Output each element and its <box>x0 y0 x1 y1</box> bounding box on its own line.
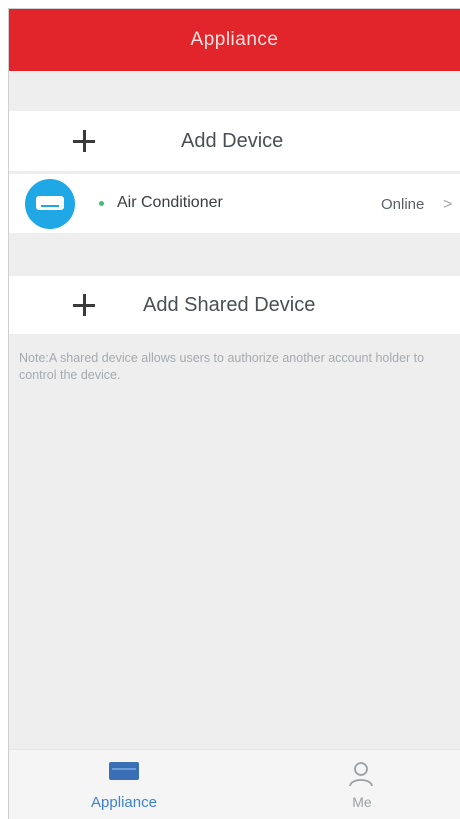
tab-me[interactable]: Me <box>235 750 460 819</box>
add-device-button[interactable]: Add Device <box>9 111 460 171</box>
plus-icon <box>73 294 95 316</box>
online-status-dot <box>99 201 104 206</box>
bottom-tab-bar: Appliance Me <box>9 749 460 819</box>
add-device-label: Add Device <box>181 129 284 152</box>
appliance-icon <box>109 762 139 780</box>
tab-appliance[interactable]: Appliance <box>9 750 235 819</box>
tab-me-label: Me <box>352 794 372 810</box>
device-row-air-conditioner[interactable]: Air Conditioner Online > <box>9 174 460 233</box>
add-shared-device-button[interactable]: Add Shared Device <box>9 276 460 334</box>
tab-appliance-label: Appliance <box>91 794 157 811</box>
device-name: Air Conditioner <box>117 194 223 211</box>
add-shared-device-label: Add Shared Device <box>143 293 316 316</box>
plus-icon <box>73 130 95 152</box>
page-title: Appliance <box>190 29 279 50</box>
divider <box>9 172 460 173</box>
shared-device-note: Note:A shared device allows users to aut… <box>19 351 425 382</box>
app-frame: Appliance Add Device Air Conditioner Onl… <box>8 8 460 819</box>
chevron-right-icon: > <box>443 196 453 213</box>
header-bar: Appliance <box>9 9 460 71</box>
device-status: Online <box>381 196 425 213</box>
air-conditioner-icon <box>25 179 75 229</box>
person-icon <box>349 762 373 787</box>
